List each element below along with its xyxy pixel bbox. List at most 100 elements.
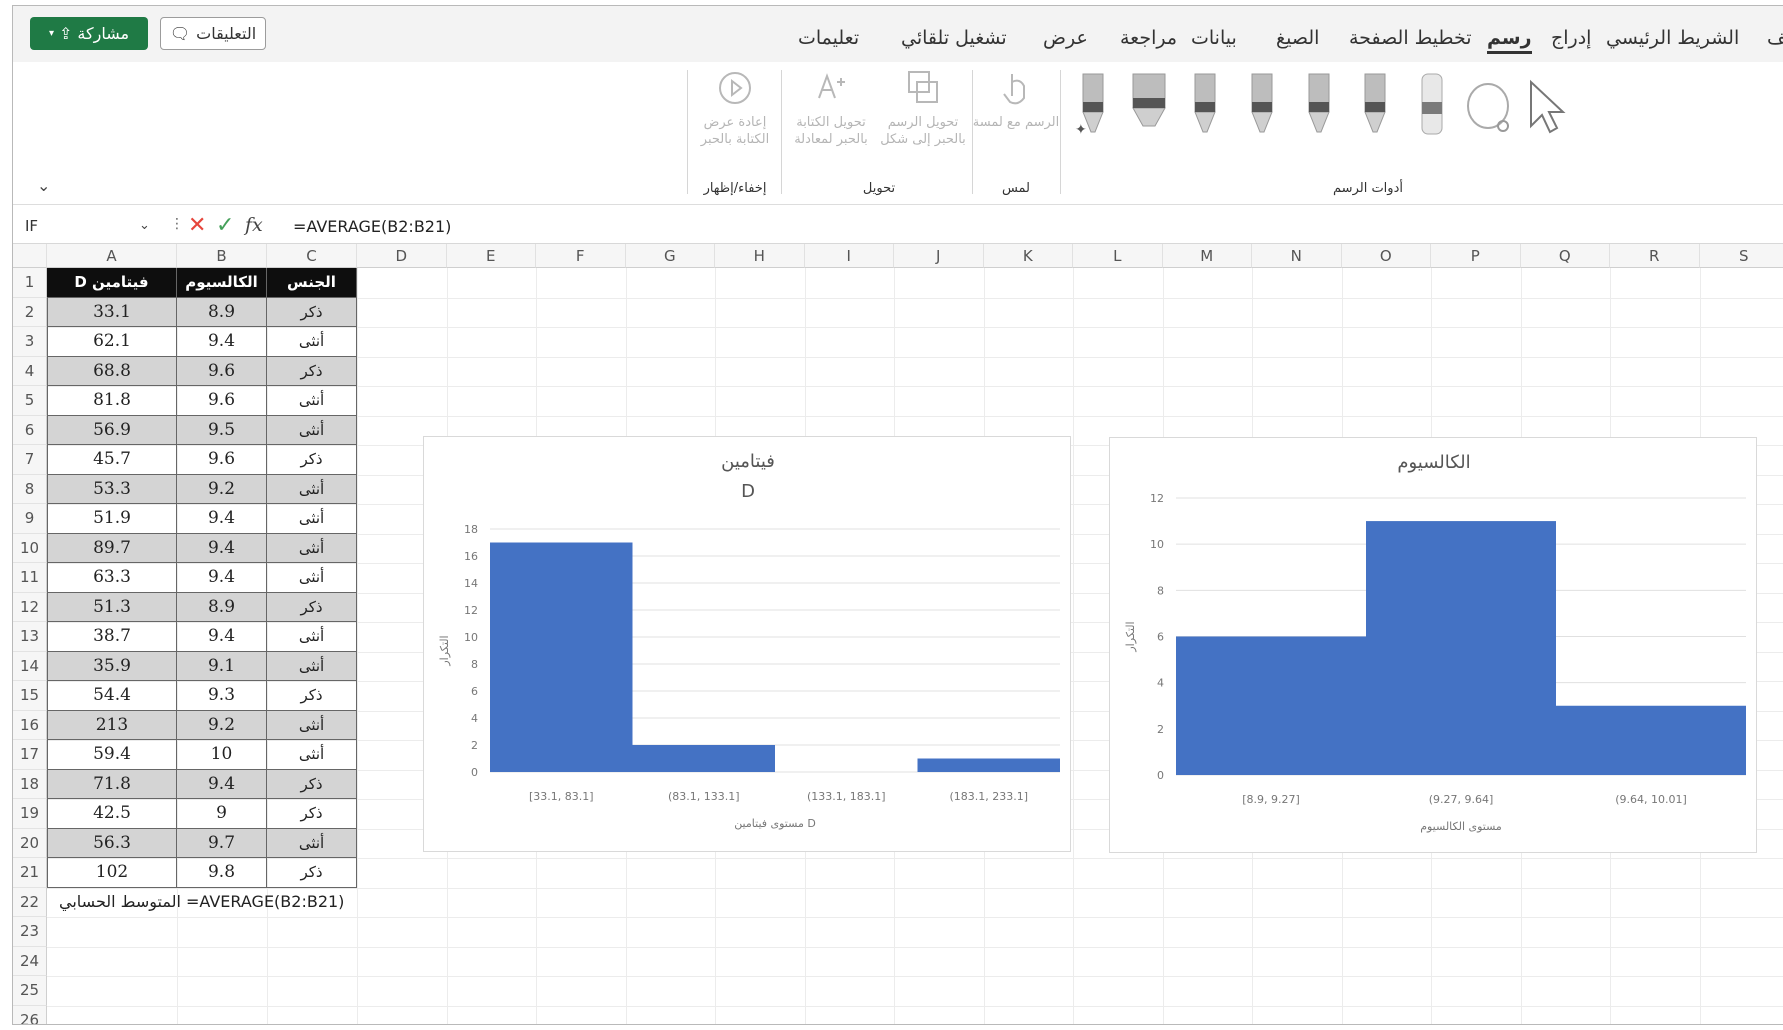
table-cell[interactable]: 9.6 — [177, 356, 267, 386]
pen-tool-icon[interactable] — [1242, 70, 1282, 145]
tab-10[interactable]: تعليمات — [798, 27, 859, 49]
eraser-icon[interactable] — [1412, 70, 1452, 145]
table-cell[interactable]: 62.1 — [47, 327, 177, 357]
pen-tool-icon[interactable] — [1355, 70, 1395, 145]
share-button[interactable]: مشاركة ⇪ ▾ — [30, 17, 148, 50]
table-cell[interactable]: ذكر — [267, 445, 357, 475]
table-cell[interactable]: ذكر — [267, 297, 357, 327]
table-cell[interactable]: أنثى — [267, 710, 357, 740]
row-header-3[interactable]: 3 — [13, 327, 47, 357]
action-pen-icon[interactable]: ✦ — [1071, 70, 1116, 145]
tab-4[interactable]: تخطيط الصفحة — [1349, 27, 1472, 49]
tab-6[interactable]: بيانات — [1191, 27, 1237, 49]
row-header-7[interactable]: 7 — [13, 445, 47, 475]
ink-to-math-button[interactable]: تحويل الكتابة بالحبر لمعادلة — [787, 68, 875, 148]
table-cell[interactable]: ذكر — [267, 681, 357, 711]
table-cell[interactable]: 9.4 — [177, 327, 267, 357]
row-header-14[interactable]: 14 — [13, 651, 47, 681]
table-cell[interactable]: 33.1 — [47, 297, 177, 327]
table-cell[interactable]: 56.9 — [47, 415, 177, 445]
table-cell[interactable]: 9.4 — [177, 533, 267, 563]
draw-with-touch-button[interactable]: الرسم مع لمسة — [972, 68, 1060, 131]
column-header-b[interactable]: B — [177, 244, 267, 268]
column-header-e[interactable]: E — [446, 244, 536, 268]
table-cell[interactable]: 59.4 — [47, 740, 177, 770]
name-box[interactable]: IF — [19, 214, 153, 240]
select-pointer-icon[interactable] — [1519, 70, 1574, 145]
table-cell[interactable]: ذكر — [267, 592, 357, 622]
row-header-11[interactable]: 11 — [13, 563, 47, 593]
row-header-21[interactable]: 21 — [13, 858, 47, 888]
tab-0[interactable]: ملف — [1767, 27, 1783, 49]
select-all-corner[interactable] — [13, 244, 47, 268]
table-cell[interactable]: 63.3 — [47, 563, 177, 593]
table-cell[interactable]: 10 — [177, 740, 267, 770]
table-cell[interactable]: 89.7 — [47, 533, 177, 563]
cancel-icon[interactable]: ✕ — [188, 213, 206, 238]
table-cell[interactable]: أنثى — [267, 327, 357, 357]
calcium-histogram[interactable]: الكالسيوم 0 2 4 6 8 10 12 [8.9, 9.27] (9.27, 9.64… — [1109, 437, 1757, 853]
table-cell[interactable]: ذكر — [267, 858, 357, 888]
table-header-cell[interactable]: الجنس — [267, 268, 357, 298]
insert-function-icon[interactable]: fx — [245, 214, 263, 236]
row-header-24[interactable]: 24 — [13, 946, 47, 976]
column-header-l[interactable]: L — [1073, 244, 1163, 268]
column-header-o[interactable]: O — [1341, 244, 1431, 268]
table-cell[interactable]: أنثى — [267, 828, 357, 858]
row-header-20[interactable]: 20 — [13, 828, 47, 858]
column-header-s[interactable]: S — [1699, 244, 1783, 268]
column-header-q[interactable]: Q — [1520, 244, 1610, 268]
ink-replay-button[interactable]: إعادة عرض الكتابة بالحبر — [691, 68, 779, 148]
tab-2[interactable]: إدراج — [1551, 27, 1591, 49]
row-header-2[interactable]: 2 — [13, 297, 47, 327]
row-header-26[interactable]: 26 — [13, 1005, 47, 1024]
row-header-4[interactable]: 4 — [13, 356, 47, 386]
table-cell[interactable]: 213 — [47, 710, 177, 740]
highlighter-icon[interactable] — [1125, 70, 1175, 145]
pen-tool-icon[interactable] — [1299, 70, 1339, 145]
tab-5[interactable]: الصيغ — [1276, 27, 1319, 49]
table-cell[interactable]: 68.8 — [47, 356, 177, 386]
row-header-15[interactable]: 15 — [13, 681, 47, 711]
column-header-j[interactable]: J — [894, 244, 984, 268]
table-cell[interactable]: 56.3 — [47, 828, 177, 858]
table-cell[interactable]: 38.7 — [47, 622, 177, 652]
row-header-13[interactable]: 13 — [13, 622, 47, 652]
table-cell[interactable]: أنثى — [267, 563, 357, 593]
column-header-p[interactable]: P — [1431, 244, 1521, 268]
tab-9[interactable]: تشغيل تلقائي — [901, 27, 1007, 49]
table-cell[interactable]: 9.7 — [177, 828, 267, 858]
row-header-22[interactable]: 22 — [13, 887, 47, 917]
vitamin-d-histogram[interactable]: فيتامين D 0 2 4 6 8 10 12 14 16 18 [33.1, 83.1] (83.1… — [423, 436, 1071, 852]
table-header-cell[interactable]: الكالسيوم — [177, 268, 267, 298]
table-cell[interactable]: 42.5 — [47, 799, 177, 829]
enter-icon[interactable]: ✓ — [216, 213, 234, 238]
table-cell[interactable]: 54.4 — [47, 681, 177, 711]
lasso-select-icon[interactable] — [1463, 70, 1518, 145]
tab-1[interactable]: الشريط الرئيسي — [1606, 27, 1739, 49]
row-header-16[interactable]: 16 — [13, 710, 47, 740]
table-cell[interactable]: أنثى — [267, 651, 357, 681]
row-header-17[interactable]: 17 — [13, 740, 47, 770]
table-cell[interactable]: 9 — [177, 799, 267, 829]
table-cell[interactable]: 9.8 — [177, 858, 267, 888]
table-cell[interactable]: أنثى — [267, 622, 357, 652]
table-cell[interactable]: 71.8 — [47, 769, 177, 799]
column-header-i[interactable]: I — [804, 244, 894, 268]
table-cell[interactable]: 9.4 — [177, 769, 267, 799]
table-cell[interactable]: 9.4 — [177, 563, 267, 593]
table-cell[interactable]: أنثى — [267, 415, 357, 445]
table-cell[interactable]: 53.3 — [47, 474, 177, 504]
row-header-8[interactable]: 8 — [13, 474, 47, 504]
table-cell[interactable]: 9.1 — [177, 651, 267, 681]
table-cell[interactable]: 8.9 — [177, 592, 267, 622]
table-cell[interactable]: أنثى — [267, 533, 357, 563]
average-formula-cell[interactable]: المتوسط الحسابي =AVERAGE(B2:B21) — [59, 888, 344, 916]
row-header-12[interactable]: 12 — [13, 592, 47, 622]
row-header-6[interactable]: 6 — [13, 415, 47, 445]
table-cell[interactable]: 9.3 — [177, 681, 267, 711]
table-cell[interactable]: أنثى — [267, 474, 357, 504]
more-options-icon[interactable]: ⋮ — [170, 216, 184, 232]
table-cell[interactable]: 51.9 — [47, 504, 177, 534]
table-cell[interactable]: 35.9 — [47, 651, 177, 681]
